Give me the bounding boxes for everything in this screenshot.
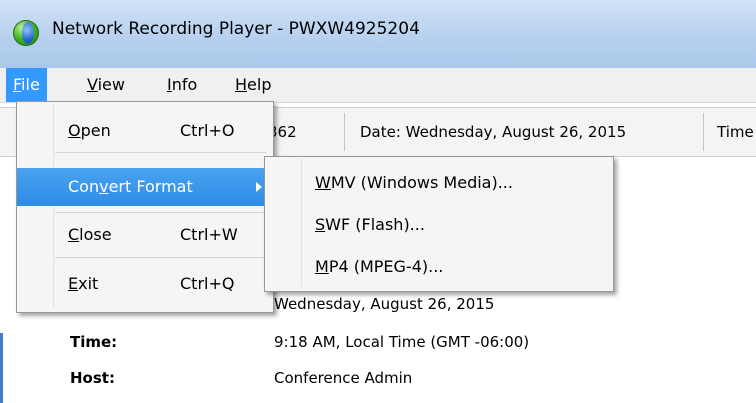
shortcut-exit: Ctrl+Q	[180, 274, 235, 293]
menu-item-mp4[interactable]: MP4 (MPEG-4)...	[315, 249, 443, 285]
info-date: Date: Wednesday, August 26, 2015	[360, 123, 627, 141]
menu-info[interactable]: Info	[160, 68, 204, 102]
menu-view[interactable]: View	[80, 68, 132, 102]
app-globe-icon	[13, 20, 39, 46]
menu-item-wmv[interactable]: WMV (Windows Media)...	[315, 165, 513, 201]
title-bar: Network Recording Player - PWXW4925204	[0, 0, 756, 69]
host-value: Conference Admin	[274, 369, 413, 387]
menu-separator	[55, 152, 267, 153]
file-menu-dropdown: Open Ctrl+O Convert Format Close Ctrl+W …	[16, 101, 274, 313]
window-edge	[0, 333, 3, 403]
shortcut-close: Ctrl+W	[180, 225, 238, 244]
menu-help[interactable]: Help	[228, 68, 278, 102]
info-divider	[344, 113, 345, 151]
convert-format-submenu: WMV (Windows Media)... SWF (Flash)... MP…	[264, 156, 614, 292]
info-time-fragment: Time	[717, 123, 754, 141]
menu-separator	[55, 257, 267, 258]
menu-bar: File View Info Help	[0, 68, 756, 103]
menu-item-swf[interactable]: SWF (Flash)...	[315, 207, 425, 243]
menu-file[interactable]: File	[6, 68, 47, 102]
menu-gutter	[301, 159, 302, 287]
info-divider	[703, 113, 704, 151]
menu-item-open[interactable]: Open Ctrl+O	[17, 112, 273, 150]
menu-item-convert-format[interactable]: Convert Format	[17, 168, 273, 206]
shortcut-open: Ctrl+O	[180, 121, 235, 140]
menu-separator	[55, 212, 267, 213]
menu-item-close[interactable]: Close Ctrl+W	[17, 216, 273, 254]
time-label: Time:	[70, 333, 118, 351]
menu-item-exit[interactable]: Exit Ctrl+Q	[17, 265, 273, 303]
date-value: Wednesday, August 26, 2015	[274, 295, 495, 313]
chevron-right-icon	[256, 182, 262, 192]
host-label: Host:	[70, 369, 115, 387]
window-title: Network Recording Player - PWXW4925204	[52, 19, 420, 39]
time-value: 9:18 AM, Local Time (GMT -06:00)	[274, 333, 530, 351]
